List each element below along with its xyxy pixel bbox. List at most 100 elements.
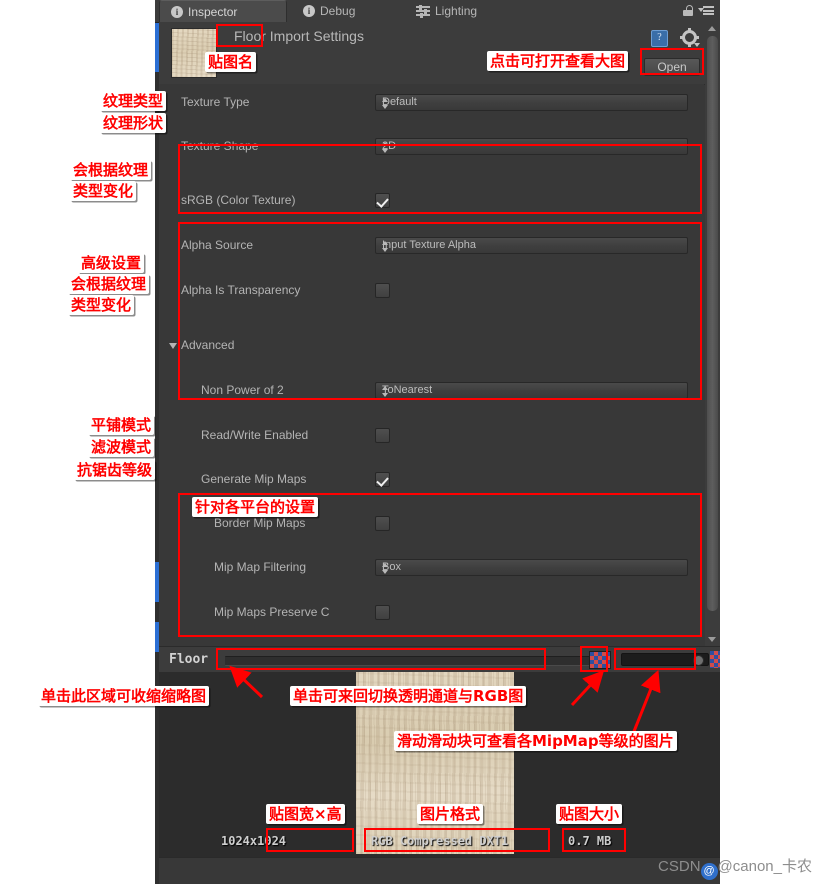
row-mip-map-filtering: Mip Map Filtering Box (159, 557, 704, 579)
alpha-source-value: Input Texture Alpha (382, 239, 476, 251)
title-suffix: Import Settings (269, 28, 364, 44)
mip-level-slider-knob[interactable] (693, 655, 704, 666)
tab-debug-label: Debug (320, 4, 356, 18)
mip-map-filtering-dropdown[interactable]: Box (375, 559, 688, 576)
srgb-label: sRGB (Color Texture) (181, 193, 296, 207)
read-write-enabled-label: Read/Write Enabled (201, 428, 309, 442)
row-advanced-foldout[interactable]: Advanced (159, 335, 704, 357)
inspector-scrollbar[interactable] (705, 22, 720, 646)
chevron-updown-icon (382, 386, 389, 397)
note-texture-shape: 纹理形状 (100, 113, 167, 133)
non-power-of-2-value: ToNearest (382, 384, 433, 396)
advanced-label: Advanced (181, 338, 235, 352)
scroll-up-icon[interactable] (708, 26, 716, 31)
note-varies-by-type-2: 类型变化 (70, 181, 137, 201)
preview-asset-name: Floor (169, 652, 209, 667)
preview-format: RGB Compressed DXT1 (371, 834, 509, 848)
chevron-updown-icon (382, 241, 389, 252)
note-collapse-thumb: 单击此区域可收缩缩略图 (38, 686, 210, 706)
note-advanced-varies-2: 类型变化 (68, 295, 135, 315)
alpha-checker-icon[interactable] (710, 651, 720, 668)
srgb-checkbox[interactable] (375, 193, 390, 208)
mip-maps-preserve-label: Mip Maps Preserve C (214, 605, 330, 619)
alpha-source-dropdown[interactable]: Input Texture Alpha (375, 237, 688, 254)
lighting-icon (416, 4, 430, 18)
row-alpha-is-transparency: Alpha Is Transparency (159, 280, 704, 302)
window-bottom-bar (159, 857, 720, 884)
tab-debug[interactable]: i Debug (292, 0, 366, 22)
row-srgb: sRGB (Color Texture) (159, 190, 704, 212)
non-power-of-2-dropdown[interactable]: ToNearest (375, 382, 688, 399)
note-aniso-level: 抗锯齿等级 (74, 460, 156, 480)
note-map-name: 贴图名 (205, 52, 257, 72)
tab-inspector[interactable]: i Inspector (159, 0, 287, 22)
note-mip-slider: 滑动滑动块可查看各MipMap等级的图片 (394, 731, 677, 751)
advanced-foldout[interactable]: Advanced (169, 338, 234, 352)
row-alpha-source: Alpha Source Input Texture Alpha (159, 235, 704, 257)
note-filter-mode: 滤波模式 (88, 437, 155, 457)
texture-type-label: Texture Type (181, 95, 250, 109)
alpha-is-transparency-label: Alpha Is Transparency (181, 283, 301, 297)
alpha-source-label: Alpha Source (181, 238, 254, 252)
gear-icon[interactable] (680, 28, 700, 47)
info-icon: i (171, 5, 183, 18)
lock-icon[interactable] (683, 5, 693, 16)
tab-inspector-label: Inspector (188, 4, 238, 19)
unity-inspector-window: i Inspector i Debug Lighting Floor Impor… (155, 0, 720, 884)
border-mip-maps-label: Border Mip Maps (214, 516, 306, 530)
preview-footer: 1024x1024 RGB Compressed DXT1 0.7 MB (159, 834, 720, 856)
border-mip-maps-checkbox[interactable] (375, 516, 390, 531)
note-map-wh: 贴图宽×高 (266, 804, 345, 824)
note-map-size: 贴图大小 (556, 804, 623, 824)
row-mip-maps-preserve-coverage: Mip Maps Preserve C (159, 602, 704, 624)
note-varies-by-type-1: 会根据纹理 (70, 160, 152, 180)
generate-mip-maps-label: Generate Mip Maps (201, 472, 307, 486)
note-toggle-alpha: 单击可来回切换透明通道与RGB图 (290, 686, 527, 706)
note-img-format: 图片格式 (417, 804, 484, 824)
generate-mip-maps-checkbox[interactable] (375, 472, 390, 487)
help-book-icon[interactable]: ? (651, 30, 668, 47)
preview-dimensions: 1024x1024 (221, 834, 287, 848)
preview-size: 0.7 MB (568, 834, 612, 848)
row-read-write-enabled: Read/Write Enabled (159, 425, 704, 447)
page-title: Floor Import Settings (234, 28, 364, 44)
note-platform-settings: 针对各平台的设置 (192, 497, 319, 517)
row-texture-type: Texture Type Default (159, 92, 704, 114)
row-texture-shape: Texture Shape 2D (159, 136, 704, 158)
asset-name: Floor (234, 28, 266, 44)
row-generate-mip-maps: Generate Mip Maps (159, 469, 704, 491)
note-advanced-settings: 高级设置 (78, 253, 145, 273)
csdn-prefix: CSDN (658, 858, 701, 875)
alpha-is-transparency-checkbox[interactable] (375, 283, 390, 298)
mip-maps-preserve-checkbox[interactable] (375, 605, 390, 620)
mip-map-filtering-label: Mip Map Filtering (214, 560, 307, 574)
triangle-down-icon (169, 342, 177, 349)
scrollbar-thumb[interactable] (707, 36, 718, 611)
csdn-badge-icon: @ (700, 863, 718, 880)
mip-level-slider[interactable] (621, 653, 709, 666)
note-open-big: 点击可打开查看大图 (487, 51, 629, 71)
preview-header-bar[interactable]: Floor (159, 646, 720, 674)
rgba-channel-icon[interactable] (589, 651, 611, 669)
note-advanced-varies-1: 会根据纹理 (68, 274, 150, 294)
open-button[interactable]: Open (644, 58, 700, 76)
csdn-user: @canon_卡农 (717, 858, 812, 875)
chevron-updown-icon (382, 563, 389, 574)
scroll-down-icon[interactable] (708, 637, 716, 642)
tab-lighting[interactable]: Lighting (405, 0, 488, 22)
chevron-updown-icon (382, 142, 389, 153)
read-write-enabled-checkbox[interactable] (375, 428, 390, 443)
texture-shape-label: Texture Shape (181, 139, 259, 153)
tab-bar: i Inspector i Debug Lighting (155, 0, 720, 23)
texture-shape-dropdown[interactable]: 2D (375, 138, 688, 155)
chevron-updown-icon (382, 98, 389, 109)
tab-lighting-label: Lighting (435, 4, 478, 18)
note-wrap-mode: 平铺模式 (88, 415, 155, 435)
csdn-watermark: CSDN @ @canon_卡农 (658, 855, 812, 880)
texture-type-dropdown[interactable]: Default (375, 94, 688, 111)
hamburger-menu-icon[interactable] (698, 6, 714, 16)
note-texture-type: 纹理类型 (100, 91, 167, 111)
info-icon: i (303, 5, 315, 17)
preview-collapse-groove[interactable] (225, 656, 610, 666)
row-non-power-of-2: Non Power of 2 ToNearest (159, 380, 704, 402)
